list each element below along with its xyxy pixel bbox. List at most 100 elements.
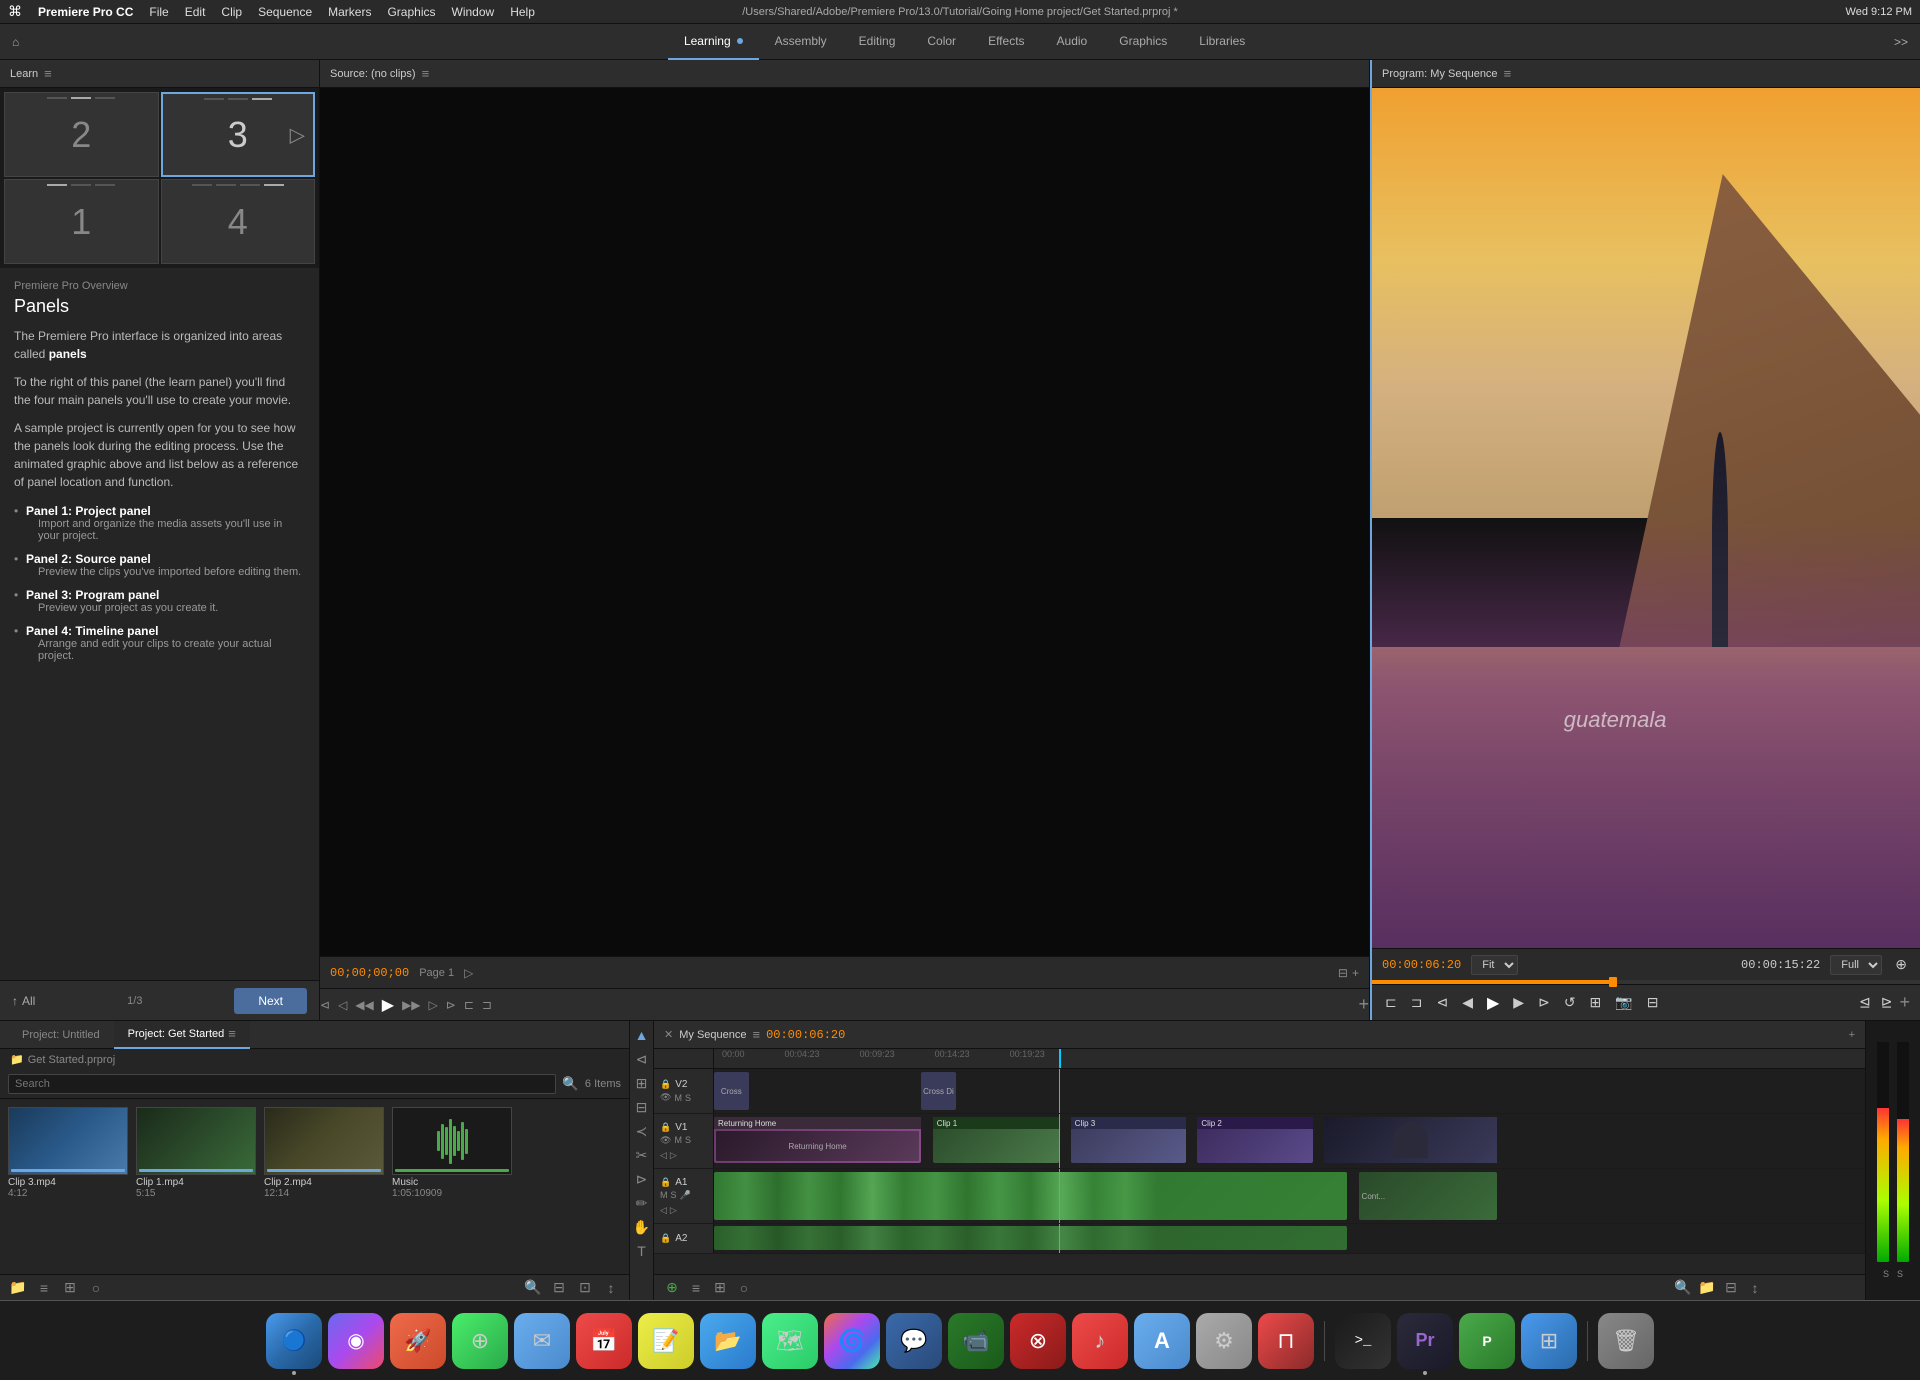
tool-type[interactable]: T <box>632 1241 652 1261</box>
tool-track-select[interactable]: ⊲ <box>632 1049 652 1069</box>
dock-notes[interactable]: 📝 <box>638 1313 694 1369</box>
project-icon-view[interactable]: ⊞ <box>60 1278 80 1298</box>
timeline-wrench[interactable]: ⊟ <box>1721 1278 1741 1298</box>
prog-prev-frame[interactable]: ◀ <box>1459 991 1476 1014</box>
project-freeform[interactable]: ○ <box>86 1278 106 1298</box>
track-v1-lock[interactable]: 🔒 <box>660 1122 671 1133</box>
v2-clip-cross1[interactable]: Cross <box>714 1072 749 1110</box>
tab-learning[interactable]: Learning <box>668 24 759 60</box>
project-new-bin[interactable]: 📁 <box>8 1278 28 1298</box>
dock-trash[interactable]: 🗑 <box>1598 1313 1654 1369</box>
dock-appstore[interactable]: A <box>1134 1313 1190 1369</box>
dock-pluginscan[interactable]: P <box>1459 1313 1515 1369</box>
dock-messages[interactable]: 💬 <box>886 1313 942 1369</box>
project-list-view[interactable]: ≡ <box>34 1278 54 1298</box>
track-v1-vol-up[interactable]: ▷ <box>670 1150 677 1161</box>
tab-assembly[interactable]: Assembly <box>759 24 843 60</box>
source-plus-icon[interactable]: + <box>1352 966 1359 980</box>
all-button[interactable]: ↑ All <box>12 994 35 1008</box>
project-search-input[interactable] <box>8 1074 556 1094</box>
tool-ripple[interactable]: ⊞ <box>632 1073 652 1093</box>
program-progress-bar[interactable] <box>1372 980 1920 984</box>
source-add-button[interactable]: + <box>1358 994 1369 1015</box>
home-button[interactable]: ⌂ <box>12 35 19 49</box>
thumbnail-play-icon[interactable]: ▷ <box>290 122 305 147</box>
timeline-menu-icon[interactable]: ≡ <box>752 1027 760 1042</box>
track-v2-lock[interactable]: 🔒 <box>660 1079 671 1090</box>
menu-clip[interactable]: Clip <box>221 5 242 19</box>
timeline-add-track[interactable]: + <box>1849 1029 1855 1041</box>
source-mark-in-button[interactable]: ⊏ <box>464 998 474 1012</box>
menu-window[interactable]: Window <box>452 5 495 19</box>
next-button[interactable]: Next <box>234 988 307 1014</box>
fit-select[interactable]: Fit <box>1471 955 1518 975</box>
clip-1-item[interactable]: Clip 1.mp4 5:15 <box>136 1107 256 1199</box>
timeline-ruler[interactable]: 00:00 00:04:23 00:09:23 00:14:23 00:19:2… <box>714 1049 1865 1068</box>
track-v1-eye[interactable]: 👁 <box>660 1135 671 1146</box>
dock-finder[interactable]: 🔵 <box>266 1313 322 1369</box>
dock-maps[interactable]: 🗺 <box>762 1313 818 1369</box>
dock-music[interactable]: ♪ <box>1072 1313 1128 1369</box>
track-a1-lock[interactable]: 🔒 <box>660 1177 671 1188</box>
dock-useapp-red[interactable]: ⊗ <box>1010 1313 1066 1369</box>
source-next-button[interactable]: ▷ <box>429 998 438 1012</box>
menu-edit[interactable]: Edit <box>185 5 206 19</box>
tool-rate-stretch[interactable]: ≺ <box>632 1121 652 1141</box>
timeline-zoom-out[interactable]: ○ <box>734 1278 754 1298</box>
source-play-button[interactable]: ▶ <box>382 995 394 1015</box>
dock-photos[interactable]: 🌀 <box>824 1313 880 1369</box>
prog-export-frame[interactable]: 📷 <box>1612 991 1635 1014</box>
prog-trim-prev[interactable]: ⊴ <box>1856 991 1874 1014</box>
source-page-next-icon[interactable]: ▷ <box>464 966 473 980</box>
track-v2-eye[interactable]: 👁 <box>660 1092 671 1103</box>
project-tab-get-started[interactable]: Project: Get Started ≡ <box>114 1021 250 1049</box>
track-v1-area[interactable]: Returning Home Returning Home Clip 1 Cli… <box>714 1114 1865 1168</box>
dock-premiere-pro[interactable]: Pr <box>1397 1313 1453 1369</box>
source-step-fwd-button[interactable]: ▶▶ <box>402 998 420 1012</box>
v1-clip3[interactable]: Clip 3 <box>1071 1117 1186 1163</box>
dock-magnet[interactable]: ⊓ <box>1258 1313 1314 1369</box>
prog-add-button[interactable]: + <box>1899 991 1910 1014</box>
v1-clip1[interactable]: Clip 1 <box>933 1117 1060 1163</box>
timeline-settings[interactable]: ⊞ <box>710 1278 730 1298</box>
track-a1-vol-down[interactable]: ◁ <box>660 1205 667 1216</box>
prog-play-button[interactable]: ▶ <box>1484 990 1502 1016</box>
timeline-lock-tracks[interactable]: ↕ <box>1745 1278 1765 1298</box>
program-zoom-icon[interactable]: ⊕ <box>1892 953 1910 976</box>
thumbnail-3[interactable]: 3 ▷ <box>161 92 316 177</box>
tab-audio[interactable]: Audio <box>1041 24 1104 60</box>
program-menu-icon[interactable]: ≡ <box>1504 66 1512 81</box>
source-mark-out-button[interactable]: ⊐ <box>482 998 492 1012</box>
tool-razor[interactable]: ✂ <box>632 1145 652 1165</box>
dock-mail[interactable]: ✉ <box>514 1313 570 1369</box>
v2-clip-cross2[interactable]: Cross Di <box>921 1072 956 1110</box>
quality-select[interactable]: Full <box>1830 955 1882 975</box>
project-search-icon[interactable]: 🔍 <box>562 1076 579 1092</box>
track-v1-vol-down[interactable]: ◁ <box>660 1150 667 1161</box>
source-menu-icon[interactable]: ≡ <box>422 66 430 81</box>
dock-terminal[interactable]: >_ <box>1335 1313 1391 1369</box>
v1-returning-home-clip[interactable]: Returning Home Returning Home <box>714 1117 921 1163</box>
tool-hand[interactable]: ✋ <box>632 1217 652 1237</box>
a1-cont-clip[interactable]: Cont... <box>1359 1172 1497 1220</box>
a2-audio-clip[interactable] <box>714 1226 1347 1250</box>
track-a2-lock[interactable]: 🔒 <box>660 1233 671 1244</box>
dock-finder2[interactable]: ⊞ <box>1521 1313 1577 1369</box>
source-step-back-button[interactable]: ◀◀ <box>355 998 373 1012</box>
clip-2-item[interactable]: Clip 2.mp4 12:14 <box>264 1107 384 1199</box>
dock-facetime[interactable]: 📹 <box>948 1313 1004 1369</box>
project-search-btn[interactable]: 🔍 <box>523 1278 543 1298</box>
prog-mark-out[interactable]: ⊐ <box>1408 991 1426 1014</box>
timeline-folder[interactable]: 📁 <box>1697 1278 1717 1298</box>
v1-clip2[interactable]: Clip 2 <box>1197 1117 1312 1163</box>
workspace-more-button[interactable]: >> <box>1894 35 1908 49</box>
tool-slip[interactable]: ⊳ <box>632 1169 652 1189</box>
prog-mark-in[interactable]: ⊏ <box>1382 991 1400 1014</box>
project-tab-untitled[interactable]: Project: Untitled <box>8 1021 114 1049</box>
menu-graphics[interactable]: Graphics <box>387 5 435 19</box>
track-a2-area[interactable] <box>714 1224 1865 1253</box>
music-item[interactable]: Music 1:05:10909 <box>392 1107 512 1199</box>
thumbnail-4[interactable]: 4 <box>161 179 316 264</box>
tool-select[interactable]: ▲ <box>632 1025 652 1045</box>
track-v1-solo[interactable]: S <box>685 1135 691 1146</box>
